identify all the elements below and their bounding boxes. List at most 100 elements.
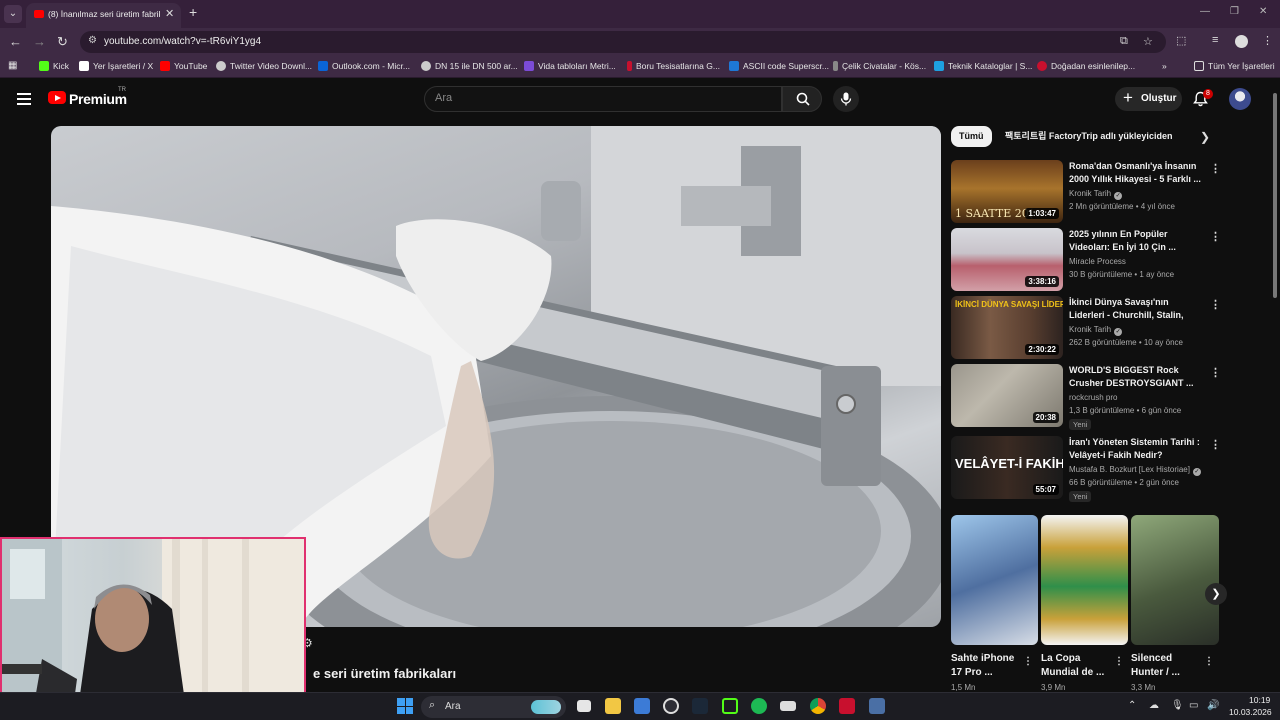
recommendation-title[interactable]: İran'ı Yöneten Sistemin Tarihi : Velâyet… — [1069, 436, 1203, 462]
tray-overflow-icon[interactable]: ⌃ — [1128, 700, 1136, 711]
more-options-icon[interactable]: ⋮ — [1210, 438, 1221, 451]
bookmark-item[interactable]: Boru Tesisatlarına G... — [627, 61, 720, 71]
shorts-next-arrow-icon[interactable]: ❯ — [1205, 583, 1227, 605]
chip-uploader[interactable]: 팩토리트립 FactoryTrip adlı yükleyiciden — [999, 126, 1178, 147]
address-bar[interactable]: ⚙ youtube.com/watch?v=-tR6viY1yg4 ⧉ ☆ — [80, 31, 1166, 53]
chrome-icon[interactable] — [810, 698, 826, 714]
short-thumbnail[interactable] — [951, 515, 1038, 645]
bookmark-item[interactable]: Yer İşaretleri / X — [79, 61, 153, 71]
more-options-icon[interactable]: ⋮ — [1023, 656, 1033, 667]
network-icon[interactable]: ▭ — [1189, 700, 1198, 711]
more-bookmarks-icon[interactable]: » — [1162, 61, 1167, 71]
forward-icon[interactable]: → — [33, 34, 46, 49]
chevron-right-icon[interactable]: ❯ — [1200, 130, 1210, 144]
channel-name[interactable]: Kronik Tarih ✓ — [1069, 189, 1123, 200]
youtube-logo-icon[interactable] — [48, 91, 66, 104]
app-icon[interactable] — [780, 701, 796, 711]
account-avatar[interactable] — [1229, 88, 1251, 110]
page-scrollbar[interactable] — [1270, 78, 1280, 692]
onedrive-icon[interactable]: ☁ — [1149, 700, 1159, 711]
short-title[interactable]: La Copa Mundial de ... — [1041, 652, 1113, 680]
video-thumbnail[interactable]: 3:38:16 — [951, 228, 1063, 291]
bookmark-star-icon[interactable]: ☆ — [1143, 35, 1153, 48]
bookmark-item[interactable]: Vida tabloları Metri... — [524, 61, 616, 71]
active-tab[interactable]: (8) İnanılmaz seri üretim fabrikaları ✕ — [26, 3, 181, 28]
tab-close-icon[interactable]: ✕ — [165, 7, 174, 20]
bookmark-item[interactable]: Outlook.com - Micr... — [318, 61, 410, 71]
video-thumbnail[interactable]: VELÂYET-İ FAKİH 55:07 — [951, 436, 1063, 499]
url-text[interactable]: youtube.com/watch?v=-tR6viY1yg4 — [104, 36, 261, 47]
windows-start-icon[interactable] — [397, 698, 413, 714]
bookmark-item[interactable]: Twitter Video Downl... — [216, 61, 312, 71]
steam-icon[interactable] — [692, 698, 708, 714]
channel-name[interactable]: rockcrush pro — [1069, 393, 1117, 402]
short-title[interactable]: Sahte iPhone 17 Pro ... — [951, 652, 1023, 680]
recommendation-title[interactable]: İkinci Dünya Savaşı'nın Liderleri - Chur… — [1069, 296, 1203, 323]
hamburger-menu-icon[interactable] — [17, 93, 31, 105]
kick-icon[interactable] — [722, 698, 738, 714]
apps-grid-icon[interactable]: ▦ — [8, 60, 17, 71]
search-box[interactable] — [424, 86, 782, 112]
extensions-icon[interactable]: ⬚ — [1176, 34, 1186, 47]
clock-date[interactable]: 10.03.2026 — [1229, 707, 1272, 717]
video-thumbnail[interactable]: 20:38 — [951, 364, 1063, 427]
recommendation-item[interactable]: 1 SAATTE 20( 1:03:47 Roma'dan Osmanlı'ya… — [951, 160, 1221, 224]
more-options-icon[interactable]: ⋮ — [1114, 656, 1124, 667]
site-info-icon[interactable]: ⚙ — [88, 35, 97, 46]
scrollbar-thumb[interactable] — [1273, 93, 1277, 298]
video-thumbnail[interactable]: 1 SAATTE 20( 1:03:47 — [951, 160, 1063, 223]
bookmark-item[interactable]: DN 15 ile DN 500 ar... — [421, 61, 518, 71]
search-input[interactable] — [435, 92, 765, 104]
browser-menu-icon[interactable]: ⋮ — [1262, 34, 1273, 47]
recommendation-title[interactable]: Roma'dan Osmanlı'ya İnsanın 2000 Yıllık … — [1069, 160, 1203, 186]
bookmark-item[interactable]: ASCII code Superscr... — [729, 61, 829, 71]
more-options-icon[interactable]: ⋮ — [1210, 366, 1221, 379]
recommendation-item[interactable]: 3:38:16 2025 yılının En Popüler Videolar… — [951, 228, 1221, 292]
chip-all[interactable]: Tümü — [951, 126, 992, 147]
obs-icon[interactable] — [663, 698, 679, 714]
app-icon[interactable] — [839, 698, 855, 714]
create-button[interactable]: + Oluştur — [1115, 87, 1182, 111]
search-button[interactable] — [782, 86, 822, 112]
channel-name[interactable]: Kronik Tarih ✓ — [1069, 325, 1123, 336]
spotify-icon[interactable] — [751, 698, 767, 714]
app-icon[interactable] — [634, 698, 650, 714]
calculator-icon[interactable] — [869, 698, 885, 714]
short-thumbnail[interactable] — [1041, 515, 1128, 645]
more-options-icon[interactable]: ⋮ — [1210, 298, 1221, 311]
more-options-icon[interactable]: ⋮ — [1210, 230, 1221, 243]
video-thumbnail[interactable]: İKİNCİ DÜNYA SAVAŞI LİDERLERİ 2:30:22 — [951, 296, 1063, 359]
profile-icon[interactable] — [1235, 35, 1248, 48]
voice-search-button[interactable] — [833, 86, 859, 112]
bookmark-item[interactable]: Doğadan esinlenilер... — [1037, 61, 1135, 71]
tab-search-button[interactable]: ⌄ — [4, 5, 22, 23]
recommendation-item[interactable]: 20:38 WORLD'S BIGGEST Rock Crusher DESTR… — [951, 364, 1221, 434]
recommendation-title[interactable]: WORLD'S BIGGEST Rock Crusher DESTROYSGIA… — [1069, 364, 1203, 390]
channel-name[interactable]: Mustafa B. Bozkurt [Lex Historiae] ✓ — [1069, 465, 1201, 476]
short-thumbnail[interactable] — [1131, 515, 1219, 645]
volume-icon[interactable]: 🔊 — [1207, 700, 1219, 711]
reading-list-icon[interactable]: ≡ — [1212, 34, 1218, 46]
bookmark-item[interactable]: Çelik Civatalar - Kös... — [833, 61, 926, 71]
more-options-icon[interactable]: ⋮ — [1210, 162, 1221, 175]
recommendation-item[interactable]: VELÂYET-İ FAKİH 55:07 İran'ı Yöneten Sis… — [951, 436, 1221, 506]
back-icon[interactable]: ← — [9, 34, 22, 49]
more-options-icon[interactable]: ⋮ — [1204, 656, 1214, 667]
short-title[interactable]: Silenced Hunter / ... — [1131, 652, 1203, 680]
minimize-icon[interactable]: — — [1200, 6, 1210, 17]
install-app-icon[interactable]: ⧉ — [1120, 35, 1128, 48]
reload-icon[interactable]: ↻ — [57, 34, 68, 50]
close-window-icon[interactable]: ✕ — [1259, 6, 1267, 17]
bookmark-item[interactable]: Kick — [39, 61, 69, 71]
recommendation-title[interactable]: 2025 yılının En Popüler Videoları: En İy… — [1069, 228, 1203, 254]
bookmark-item[interactable]: Teknik Kataloglar | S... — [934, 61, 1032, 71]
new-tab-button[interactable]: + — [189, 4, 197, 20]
task-view-icon[interactable] — [577, 700, 591, 712]
channel-name[interactable]: Miracle Process — [1069, 257, 1126, 266]
bookmark-item[interactable]: YouTube — [160, 61, 207, 71]
recommendation-item[interactable]: İKİNCİ DÜNYA SAVAŞI LİDERLERİ 2:30:22 İk… — [951, 296, 1221, 360]
all-bookmarks-folder[interactable]: Tüm Yer İşaretleri — [1194, 61, 1275, 71]
youtube-premium-brand[interactable]: Premium — [69, 91, 127, 107]
file-explorer-icon[interactable] — [605, 698, 621, 714]
taskbar-search[interactable]: ⌕ Ara — [421, 696, 566, 718]
